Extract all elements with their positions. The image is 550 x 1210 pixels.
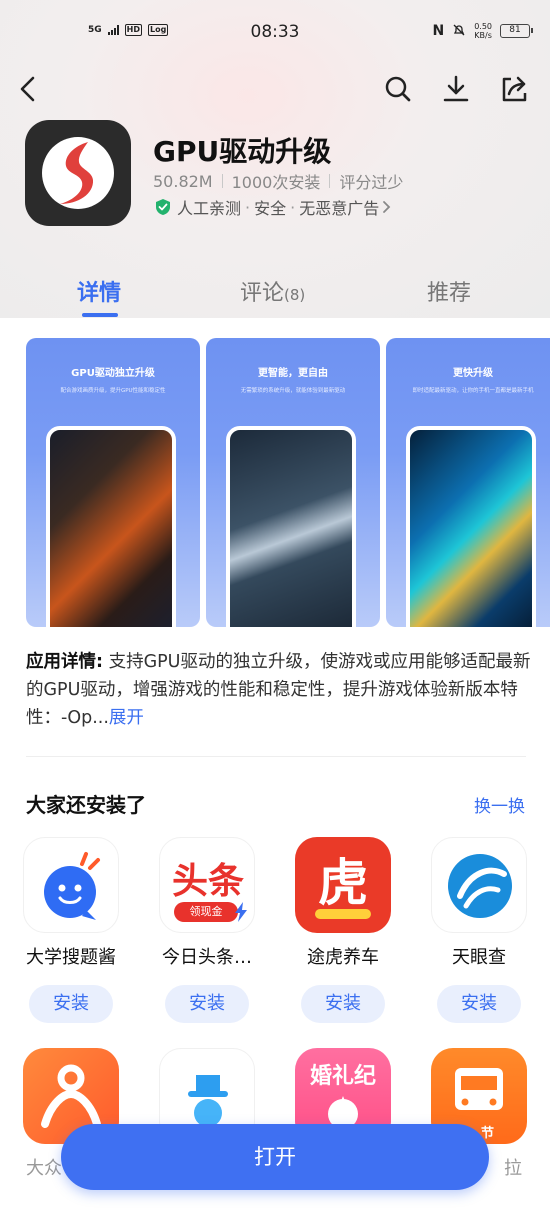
- snapdragon-logo-icon: [42, 137, 114, 209]
- app-title: GPU驱动升级: [153, 135, 332, 168]
- chevron-left-icon: [20, 76, 35, 102]
- chevron-right-icon: [383, 201, 391, 213]
- search-button[interactable]: [381, 72, 415, 106]
- description-label: 应用详情:: [26, 652, 103, 672]
- app-description: 应用详情: 支持GPU驱动的独立升级，使游戏或应用能够适配最新的GPU驱动，增强…: [26, 648, 531, 732]
- section-title: 大家还安装了: [26, 793, 146, 817]
- screenshot-title: GPU驱动独立升级: [71, 368, 155, 379]
- rec-app-item[interactable]: 大学搜题酱 安装: [6, 837, 136, 1023]
- screenshot-subtitle: 即时适配最新驱动，让你的手机一直都是最新手机: [412, 388, 534, 394]
- rec-app-item[interactable]: 头条 领现金 今日头条… 安装: [142, 837, 272, 1023]
- screenshot-subtitle: 配合游戏画质升级，提升GPU性能和稳定性: [60, 388, 166, 394]
- mute-bell-icon: [452, 23, 466, 40]
- share-button[interactable]: [497, 72, 531, 106]
- app-name: 今日头条…: [162, 947, 252, 968]
- icon-badge: 领现金: [174, 902, 238, 922]
- app-name: 天眼查: [452, 947, 506, 968]
- app-size: 50.82M: [153, 171, 213, 191]
- app-icon: 头条 领现金: [159, 837, 255, 933]
- app-icon: [23, 837, 119, 933]
- speed-unit: KB/s: [474, 31, 492, 40]
- app-meta: 50.82M 1000次安装 评分过少: [153, 169, 403, 193]
- shield-check-icon: [156, 199, 170, 215]
- phone-mockup: [406, 426, 536, 627]
- app-rating: 评分过少: [339, 173, 404, 192]
- battery-icon: 81: [500, 24, 533, 38]
- tag-tested: 人工亲测: [177, 199, 242, 218]
- tab-bar: 详情 评论(8) 推荐: [0, 275, 550, 318]
- section-divider: [26, 756, 526, 757]
- tag-safe: 安全: [254, 199, 287, 218]
- status-bar: 5G HD Log 08:33 N 0.50 KB/s 81: [0, 0, 550, 68]
- download-button[interactable]: [439, 72, 473, 106]
- phone-mockup: [46, 426, 176, 627]
- speed-value: 0.50: [474, 22, 492, 31]
- expand-link[interactable]: 展开: [109, 708, 144, 728]
- install-button[interactable]: 安装: [437, 985, 521, 1023]
- screenshot-title: 更智能，更自由: [258, 368, 328, 379]
- app-name: 途虎养车: [307, 947, 379, 968]
- icon-text: 虎: [318, 854, 368, 912]
- screenshot-1[interactable]: GPU驱动独立升级 配合游戏画质升级，提升GPU性能和稳定性: [26, 338, 200, 627]
- download-icon: [443, 75, 469, 102]
- icon-text: 头条: [171, 861, 244, 902]
- icon-text: 婚礼纪: [309, 1064, 376, 1089]
- smiling-face-icon: [44, 852, 100, 920]
- nfc-icon: N: [432, 23, 445, 39]
- tab-reviews-label: 评论: [240, 281, 285, 306]
- tab-details[interactable]: 详情: [77, 275, 121, 307]
- lightning-icon: [235, 902, 247, 922]
- search-icon: [385, 76, 411, 102]
- meta-divider: [221, 174, 223, 188]
- rec-app-item[interactable]: 天眼查 安装: [414, 837, 544, 1023]
- tab-recommend[interactable]: 推荐: [427, 275, 471, 307]
- tab-reviews-count: (8): [284, 286, 306, 304]
- tab-indicator: [82, 313, 118, 317]
- screenshot-3[interactable]: 更快升级 即时适配最新驱动，让你的手机一直都是最新手机: [386, 338, 550, 627]
- rec-app-item[interactable]: 虎 途虎养车 安装: [278, 837, 408, 1023]
- screenshot-subtitle: 无需繁琐的系统升级，就能体验到最新驱动: [240, 388, 346, 394]
- install-button[interactable]: 安装: [165, 985, 249, 1023]
- screenshot-title: 更快升级: [453, 368, 493, 379]
- phone-mockup: [226, 426, 356, 627]
- share-icon: [502, 76, 527, 102]
- open-app-button[interactable]: 打开: [61, 1124, 489, 1190]
- refresh-link[interactable]: 换一换: [474, 792, 525, 817]
- network-speed: 0.50 KB/s: [474, 22, 492, 40]
- icon-stripe: [315, 909, 371, 919]
- install-button[interactable]: 安装: [301, 985, 385, 1023]
- app-installs: 1000次安装: [231, 173, 321, 192]
- install-button[interactable]: 安装: [29, 985, 113, 1023]
- app-icon: 虎: [295, 837, 391, 933]
- back-button[interactable]: [12, 72, 46, 106]
- eye-swirl-icon: [448, 854, 512, 918]
- safety-tags[interactable]: 人工亲测 · 安全 · 无恶意广告: [154, 195, 393, 219]
- meta-divider: [329, 174, 331, 188]
- app-icon: [431, 837, 527, 933]
- screenshot-2[interactable]: 更智能，更自由 无需繁琐的系统升级，就能体验到最新驱动: [206, 338, 380, 627]
- tag-no-ads: 无恶意广告: [299, 199, 380, 218]
- status-right: N 0.50 KB/s 81: [432, 22, 533, 40]
- tab-reviews[interactable]: 评论(8): [240, 275, 305, 307]
- app-name: 大学搜题酱: [26, 947, 116, 968]
- app-icon: [25, 120, 131, 226]
